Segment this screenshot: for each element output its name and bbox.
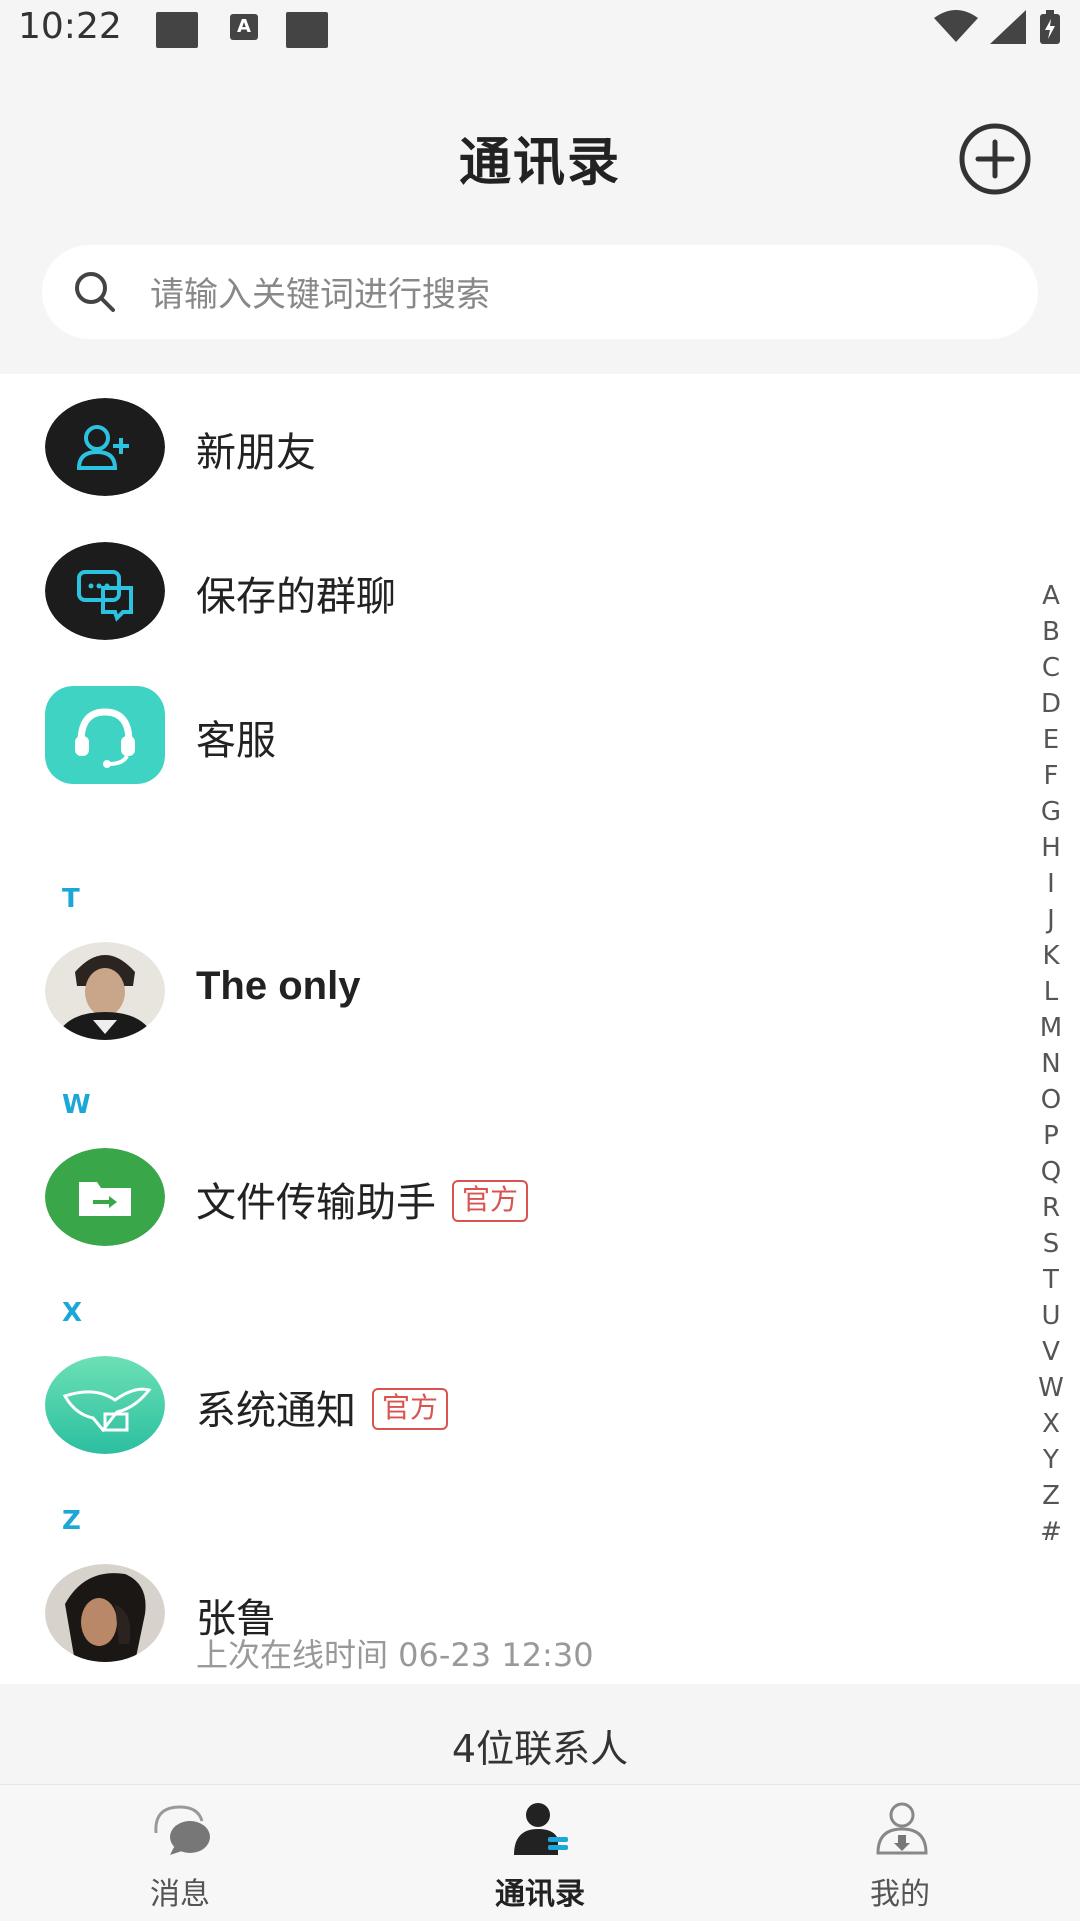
alphabet-index[interactable]: A B C D E F G H I J K L M N O P Q R S T … <box>1036 578 1066 1550</box>
tab-contacts[interactable]: 通讯录 <box>360 1785 720 1921</box>
saved-groups-item[interactable]: 保存的群聊 <box>0 542 1010 652</box>
contact-item[interactable]: 张鲁 上次在线时间 06-23 12:30 <box>0 1564 1010 1674</box>
index-letter[interactable]: B <box>1036 614 1066 650</box>
header: 通讯录 <box>0 60 1080 250</box>
contact-name-line: 文件传输助手 官方 <box>196 1170 529 1228</box>
profile-icon <box>876 1802 928 1855</box>
contact-item[interactable]: The only <box>0 942 1010 1052</box>
index-letter[interactable]: C <box>1036 650 1066 686</box>
customer-service-item[interactable]: 客服 <box>0 686 1010 796</box>
search-input[interactable]: 请输入关键词进行搜索 <box>42 245 1038 339</box>
index-letter[interactable]: J <box>1036 902 1066 938</box>
search-placeholder: 请输入关键词进行搜索 <box>150 275 490 315</box>
status-bar: 10:22 A <box>0 0 1080 60</box>
status-icons <box>934 10 1062 44</box>
keyboard-a-icon: A <box>230 14 258 40</box>
notification-icon <box>156 12 198 48</box>
index-letter[interactable]: R <box>1036 1190 1066 1226</box>
item-label: 保存的群聊 <box>196 574 396 620</box>
tab-messages[interactable]: 消息 <box>0 1785 360 1921</box>
index-letter[interactable]: H <box>1036 830 1066 866</box>
contact-list: 新朋友 保存的群聊 客服 T The only W 文件传输助手 官方 X 系统… <box>0 374 1080 1684</box>
index-letter[interactable]: O <box>1036 1082 1066 1118</box>
contact-item[interactable]: 系统通知 官方 <box>0 1356 1010 1466</box>
index-letter[interactable]: E <box>1036 722 1066 758</box>
official-badge: 官方 <box>372 1388 449 1430</box>
new-friends-item[interactable]: 新朋友 <box>0 398 1010 508</box>
contact-name: 文件传输助手 <box>196 1180 436 1226</box>
index-letter[interactable]: P <box>1036 1118 1066 1154</box>
index-letter[interactable]: # <box>1036 1514 1066 1550</box>
index-letter[interactable]: F <box>1036 758 1066 794</box>
contact-name-line: 系统通知 官方 <box>196 1378 449 1436</box>
battery-icon <box>1040 10 1060 44</box>
add-friend-icon <box>45 398 165 496</box>
index-letter[interactable]: I <box>1036 866 1066 902</box>
tab-label: 消息 <box>150 1877 210 1912</box>
tab-profile[interactable]: 我的 <box>720 1785 1080 1921</box>
official-badge: 官方 <box>452 1180 529 1222</box>
contact-name: 系统通知 <box>196 1388 356 1434</box>
index-letter[interactable]: L <box>1036 974 1066 1010</box>
index-letter[interactable]: U <box>1036 1298 1066 1334</box>
file-transfer-icon <box>45 1148 165 1246</box>
index-letter[interactable]: Z <box>1036 1478 1066 1514</box>
wifi-icon <box>934 10 978 42</box>
section-header-z: Z <box>62 1506 81 1536</box>
last-online-text: 上次在线时间 06-23 12:30 <box>196 1636 594 1674</box>
contacts-icon <box>514 1803 568 1855</box>
index-letter[interactable]: S <box>1036 1226 1066 1262</box>
section-header-t: T <box>62 884 80 914</box>
index-letter[interactable]: N <box>1036 1046 1066 1082</box>
tab-label: 通讯录 <box>495 1877 585 1912</box>
index-letter[interactable]: Q <box>1036 1154 1066 1190</box>
system-notice-icon <box>45 1356 165 1454</box>
group-chat-icon <box>45 542 165 640</box>
tab-label: 我的 <box>870 1877 930 1912</box>
index-letter[interactable]: K <box>1036 938 1066 974</box>
search-icon <box>75 272 115 312</box>
index-letter[interactable]: T <box>1036 1262 1066 1298</box>
contact-name: The only <box>196 964 361 1008</box>
index-letter[interactable]: W <box>1036 1370 1066 1406</box>
section-header-w: W <box>62 1090 91 1120</box>
signal-icon <box>990 10 1026 44</box>
tab-bar: 消息 通讯录 我的 <box>0 1784 1080 1921</box>
photo-avatar <box>45 1564 165 1662</box>
photo-avatar <box>45 942 165 1040</box>
status-time: 10:22 <box>18 6 122 47</box>
contact-item[interactable]: 文件传输助手 官方 <box>0 1148 1010 1258</box>
index-letter[interactable]: X <box>1036 1406 1066 1442</box>
index-letter[interactable]: M <box>1036 1010 1066 1046</box>
page-title: 通讯录 <box>458 133 621 193</box>
index-letter[interactable]: D <box>1036 686 1066 722</box>
add-contact-button[interactable] <box>958 122 1032 196</box>
customer-service-icon <box>45 686 165 784</box>
index-letter[interactable]: G <box>1036 794 1066 830</box>
index-letter[interactable]: A <box>1036 578 1066 614</box>
contact-count: 4位联系人 <box>451 1727 629 1771</box>
section-header-x: X <box>62 1298 83 1328</box>
item-label: 新朋友 <box>196 430 316 476</box>
index-letter[interactable]: V <box>1036 1334 1066 1370</box>
messages-icon <box>154 1805 210 1855</box>
item-label: 客服 <box>196 718 276 764</box>
notification-icon <box>286 12 328 48</box>
index-letter[interactable]: Y <box>1036 1442 1066 1478</box>
